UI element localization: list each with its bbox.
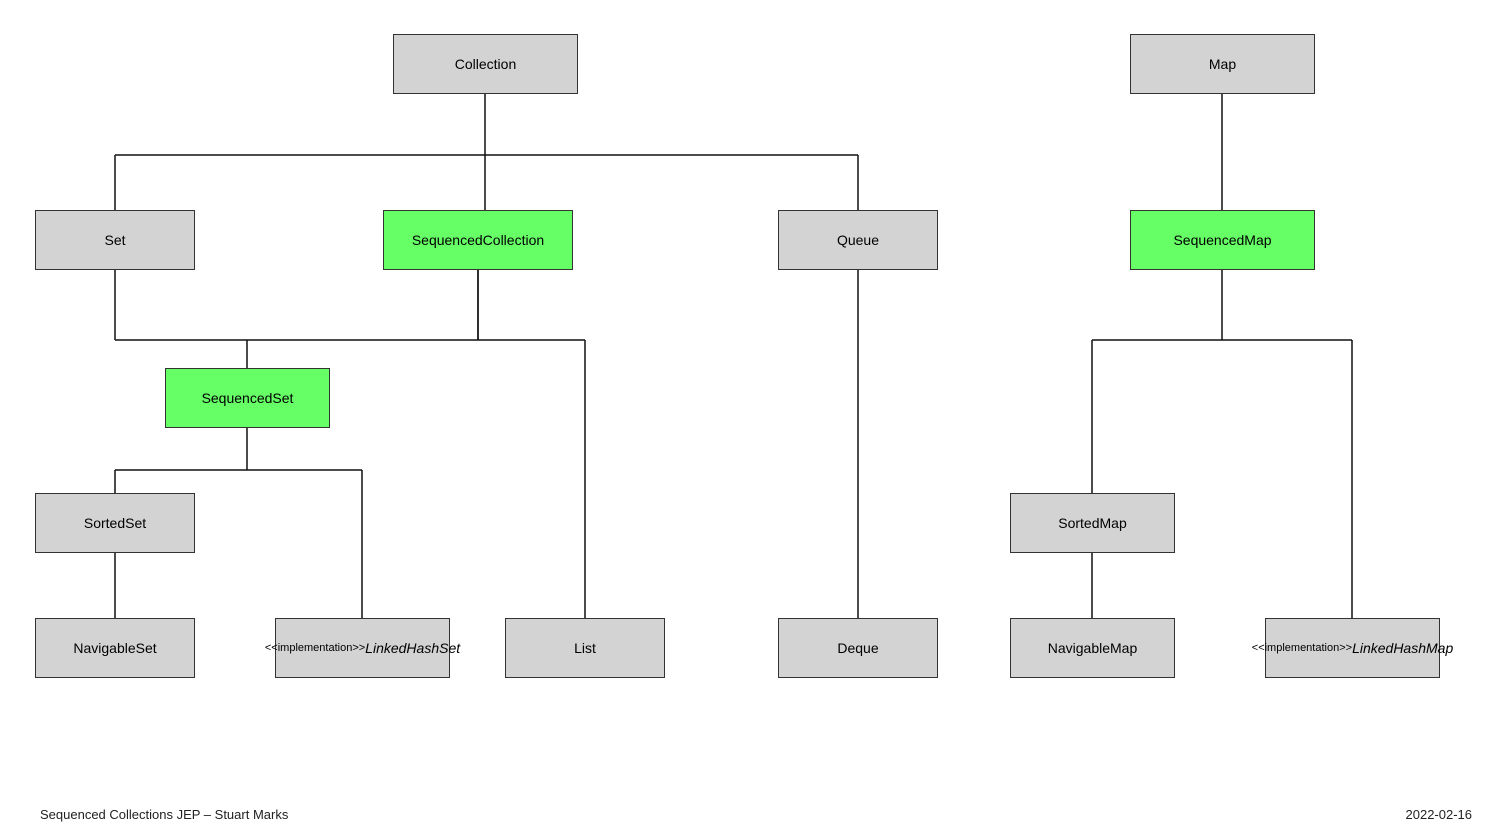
node-sequenced-map: SequencedMap <box>1130 210 1315 270</box>
node-map: Map <box>1130 34 1315 94</box>
node-collection: Collection <box>393 34 578 94</box>
diagram: Collection Set SequencedCollection Queue… <box>0 0 1512 800</box>
node-navigable-map: NavigableMap <box>1010 618 1175 678</box>
footer-right: 2022-02-16 <box>1406 807 1473 822</box>
node-sequenced-set: SequencedSet <box>165 368 330 428</box>
node-navigable-set: NavigableSet <box>35 618 195 678</box>
node-sorted-map: SortedMap <box>1010 493 1175 553</box>
node-linked-hash-set: <<implementation>> LinkedHashSet <box>275 618 450 678</box>
node-sorted-set: SortedSet <box>35 493 195 553</box>
node-deque: Deque <box>778 618 938 678</box>
node-linked-hash-map: <<implementation>> LinkedHashMap <box>1265 618 1440 678</box>
node-set: Set <box>35 210 195 270</box>
footer-left: Sequenced Collections JEP – Stuart Marks <box>40 807 288 822</box>
node-list: List <box>505 618 665 678</box>
node-queue: Queue <box>778 210 938 270</box>
node-sequenced-collection: SequencedCollection <box>383 210 573 270</box>
